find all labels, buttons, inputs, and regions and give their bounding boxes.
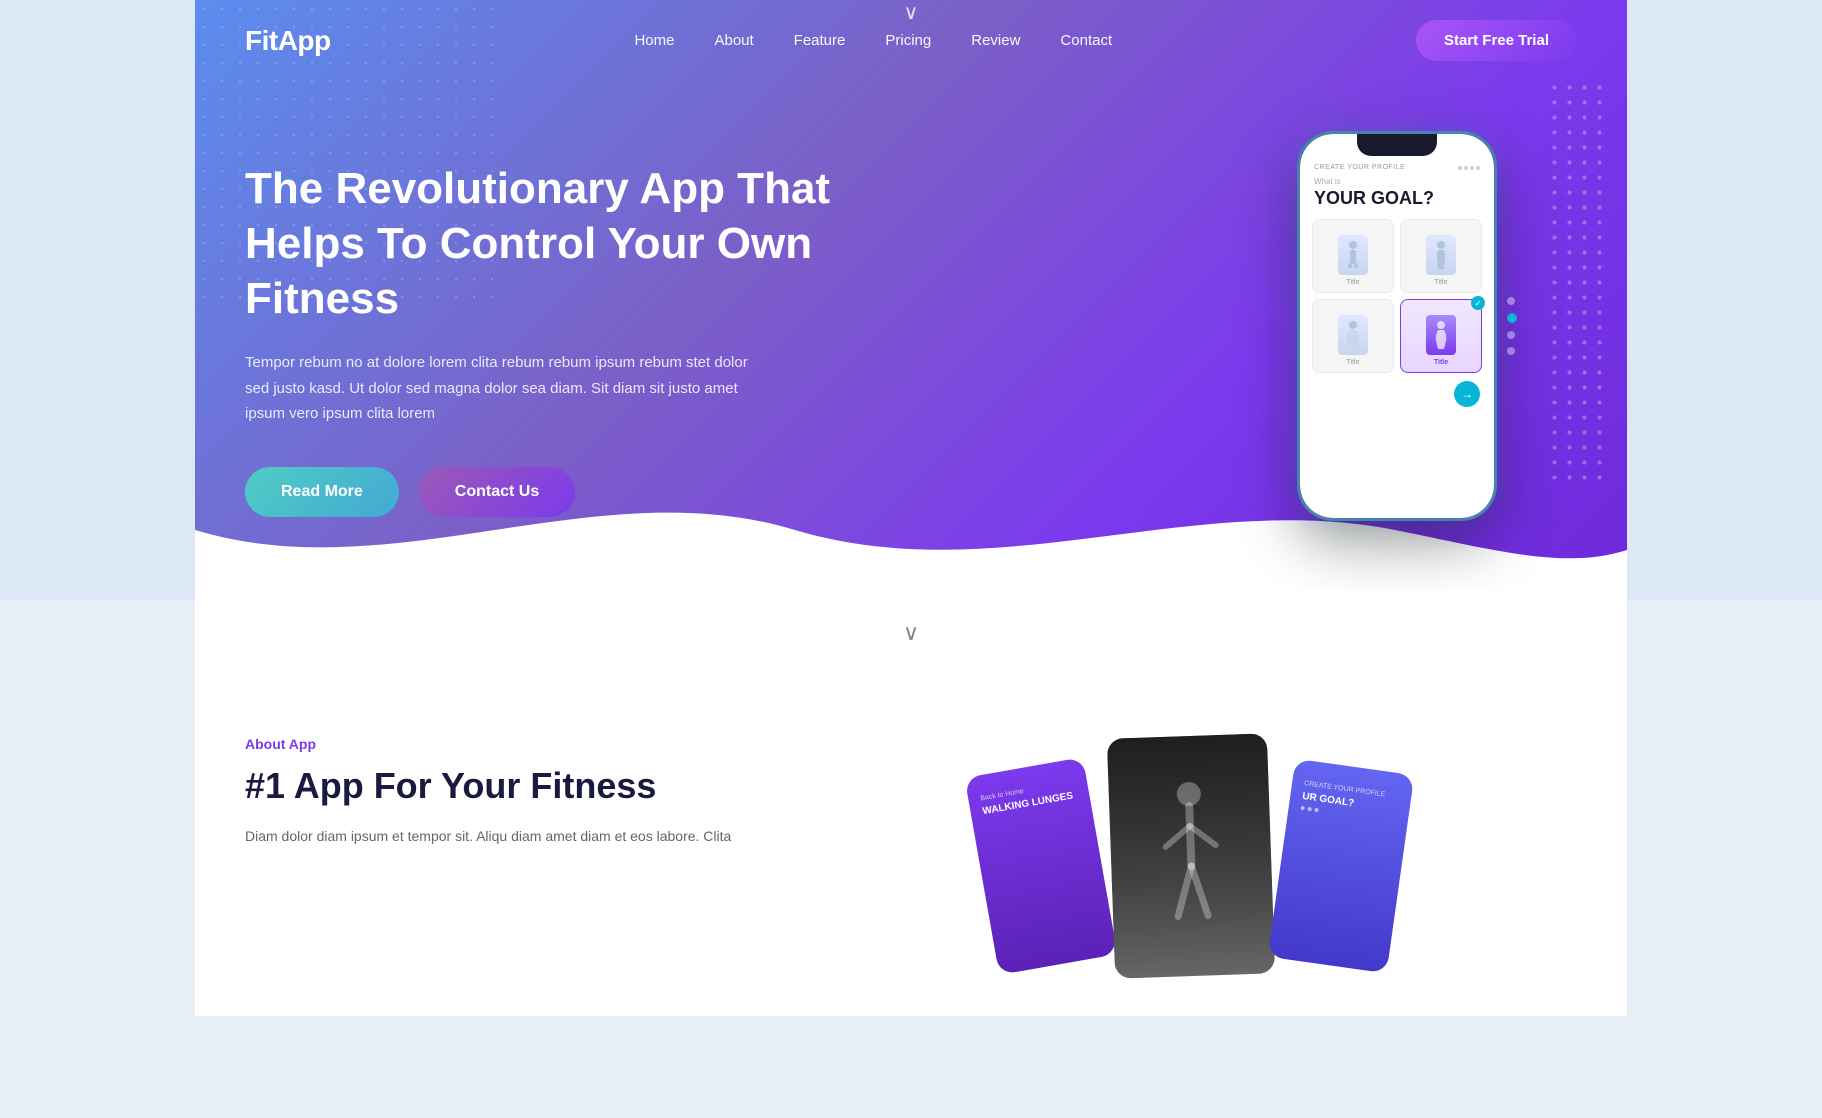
phone-card-label-2: Title xyxy=(1435,279,1448,286)
nav-link-feature[interactable]: Feature xyxy=(794,32,846,49)
scroll-chevron-section: ∨ xyxy=(195,590,1627,676)
phone-goal-grid: Title Title xyxy=(1310,219,1484,373)
nav-dot-indicator-1[interactable] xyxy=(1507,297,1515,305)
app-card-left: Back to Home WALKING LUNGES xyxy=(965,757,1118,975)
hero-subtitle: Tempor rebum no at dolore lorem clita re… xyxy=(245,350,765,427)
phone-bottom: → xyxy=(1310,373,1484,407)
nav-dot-indicator-2[interactable] xyxy=(1507,313,1517,323)
nav-link-about[interactable]: About xyxy=(714,32,753,49)
phone-card-label-3: Title xyxy=(1347,359,1360,366)
phone-mockup-container: CREATE YOUR PROFILE What is YOUR GOAL? xyxy=(1297,131,1497,521)
phone-dot-4 xyxy=(1476,166,1480,170)
about-image-col: Back to Home WALKING LUNGES xyxy=(805,736,1577,1016)
app-card-center xyxy=(1107,733,1275,978)
phone-card-label-4: Title xyxy=(1434,359,1448,366)
nav-item-about[interactable]: About xyxy=(714,32,753,50)
side-panel-right xyxy=(1627,0,1822,600)
about-description: Diam dolor diam ipsum et tempor sit. Ali… xyxy=(245,825,745,849)
contact-us-button[interactable]: Contact Us xyxy=(419,467,575,517)
side-panel-left xyxy=(0,0,195,600)
phone-dots xyxy=(1458,166,1480,170)
hero-title: The Revolutionary App That Helps To Cont… xyxy=(245,161,845,326)
phone-goal-card-4[interactable]: ✓ Title xyxy=(1400,299,1482,373)
phone-goal-figure-4 xyxy=(1426,315,1456,355)
about-label: About App xyxy=(245,736,745,752)
page-wrapper: ∨ FitApp Home About Feature Pricing Revi… xyxy=(0,0,1822,1016)
hero-buttons: Read More Contact Us xyxy=(245,467,845,517)
scroll-chevron-icon[interactable]: ∨ xyxy=(903,620,919,645)
about-section: About App #1 App For Your Fitness Diam d… xyxy=(195,676,1627,1016)
start-free-trial-button[interactable]: Start Free Trial xyxy=(1416,20,1577,61)
nav-links: Home About Feature Pricing Review Contac… xyxy=(634,32,1112,50)
phone-notch xyxy=(1357,134,1437,156)
hero-section: ∨ FitApp Home About Feature Pricing Revi… xyxy=(195,0,1627,590)
app-card-right: CREATE YOUR PROFILE UR GOAL? xyxy=(1268,759,1415,974)
read-more-button[interactable]: Read More xyxy=(245,467,399,517)
brand-logo: FitApp xyxy=(245,25,331,57)
phone-goal-figure-3 xyxy=(1338,315,1368,355)
nav-item-feature[interactable]: Feature xyxy=(794,32,846,50)
phone-outer: CREATE YOUR PROFILE What is YOUR GOAL? xyxy=(1297,131,1497,521)
phone-next-button[interactable]: → xyxy=(1454,381,1480,407)
nav-dot-indicator-3[interactable] xyxy=(1507,331,1515,339)
nav-item-review[interactable]: Review xyxy=(971,32,1020,50)
nav-dot-indicator-4[interactable] xyxy=(1507,347,1515,355)
phone-goal-title: YOUR GOAL? xyxy=(1310,188,1484,209)
phone-dot-1 xyxy=(1458,166,1462,170)
hero-text-block: The Revolutionary App That Helps To Cont… xyxy=(245,141,845,517)
phone-dot-2 xyxy=(1464,166,1468,170)
nav-item-pricing[interactable]: Pricing xyxy=(885,32,931,50)
phone-header: CREATE YOUR PROFILE xyxy=(1310,164,1484,171)
phone-goal-figure-1 xyxy=(1338,235,1368,275)
nav-item-home[interactable]: Home xyxy=(634,32,674,50)
phone-dot-3 xyxy=(1470,166,1474,170)
phone-screen: CREATE YOUR PROFILE What is YOUR GOAL? xyxy=(1300,134,1494,518)
phone-goal-card-1[interactable]: Title xyxy=(1312,219,1394,293)
app-cards-preview: Back to Home WALKING LUNGES xyxy=(981,736,1401,1016)
phone-profile-label: CREATE YOUR PROFILE xyxy=(1314,164,1405,171)
phone-goal-card-2[interactable]: Title xyxy=(1400,219,1482,293)
about-title: #1 App For Your Fitness xyxy=(245,764,745,807)
hero-content: The Revolutionary App That Helps To Cont… xyxy=(195,81,1627,521)
phone-goal-intro: What is xyxy=(1310,177,1484,186)
phone-goal-figure-2 xyxy=(1426,235,1456,275)
nav-dots-right xyxy=(1507,297,1517,355)
navbar: FitApp Home About Feature Pricing Review xyxy=(195,0,1627,81)
phone-card-label-1: Title xyxy=(1347,279,1360,286)
nav-item-contact[interactable]: Contact xyxy=(1060,32,1112,50)
nav-link-pricing[interactable]: Pricing xyxy=(885,32,931,49)
nav-link-home[interactable]: Home xyxy=(634,32,674,49)
nav-link-contact[interactable]: Contact xyxy=(1060,32,1112,49)
phone-goal-card-3[interactable]: Title xyxy=(1312,299,1394,373)
nav-link-review[interactable]: Review xyxy=(971,32,1020,49)
about-text-col: About App #1 App For Your Fitness Diam d… xyxy=(245,736,745,849)
phone-card-check-icon: ✓ xyxy=(1471,296,1485,310)
